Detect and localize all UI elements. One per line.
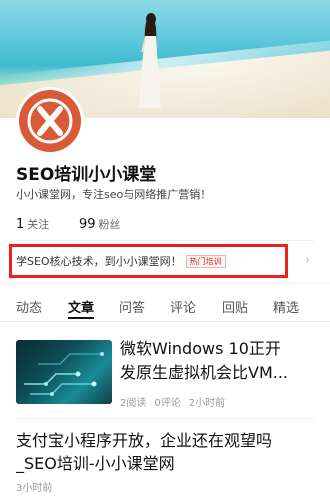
followers-label: 粉丝 bbox=[98, 218, 121, 231]
woman-figure-illustration bbox=[139, 13, 161, 108]
promo-banner[interactable]: 学SEO核心技术，到小小课堂网！ 热门培训 bbox=[9, 244, 288, 278]
followers-count: 99 bbox=[78, 217, 96, 232]
tab-qa[interactable]: 问答 bbox=[119, 297, 145, 316]
tab-comments[interactable]: 评论 bbox=[170, 297, 196, 316]
following-count: 1 bbox=[16, 217, 25, 232]
circuit-thumbnail-icon bbox=[24, 352, 104, 396]
profile-avatar[interactable] bbox=[16, 87, 84, 155]
tab-featured[interactable]: 精选 bbox=[273, 297, 299, 316]
comment-count: 0评论 bbox=[154, 398, 181, 409]
article-meta: 2阅读 0评论 2小时前 bbox=[120, 394, 233, 409]
active-tab-indicator bbox=[68, 317, 94, 319]
tab-replies[interactable]: 回贴 bbox=[222, 297, 248, 316]
article-thumbnail bbox=[16, 340, 112, 404]
following-stat[interactable]: 1 关注 bbox=[16, 217, 53, 232]
tab-dynamic[interactable]: 动态 bbox=[16, 297, 42, 316]
divider bbox=[16, 418, 314, 419]
chevron-right-icon[interactable]: › bbox=[305, 253, 310, 267]
profile-name: SEO培训小小课堂 bbox=[16, 165, 157, 185]
article-item[interactable]: 微软Windows 10正开 发原生虚拟机会比VM... 2阅读 0评论 2小时前 bbox=[0, 322, 330, 418]
article-title[interactable]: 支付宝小程序开放，企业还在观望吗 _SEO培训-小小课堂网 bbox=[16, 429, 316, 475]
divider bbox=[0, 283, 330, 284]
divider bbox=[16, 240, 314, 241]
hot-training-badge: 热门培训 bbox=[185, 254, 226, 268]
profile-tabs: 动态 文章 问答 评论 回贴 精选 bbox=[0, 290, 330, 322]
profile-stats: 1 关注 99 粉丝 bbox=[16, 216, 120, 232]
read-count: 2阅读 bbox=[120, 398, 147, 409]
followers-stat[interactable]: 99 粉丝 bbox=[78, 217, 121, 232]
publish-time: 2小时前 bbox=[188, 398, 226, 409]
following-label: 关注 bbox=[27, 218, 50, 231]
publish-time: 3小时前 bbox=[16, 483, 53, 494]
article-title[interactable]: 微软Windows 10正开 发原生虚拟机会比VM... bbox=[120, 337, 320, 385]
x-logo-icon bbox=[27, 98, 73, 144]
profile-description: 小小课堂网，专注seo与网络推广营销！ bbox=[16, 188, 212, 201]
promo-text: 学SEO核心技术，到小小课堂网！ bbox=[16, 255, 182, 268]
tab-articles[interactable]: 文章 bbox=[68, 297, 94, 316]
